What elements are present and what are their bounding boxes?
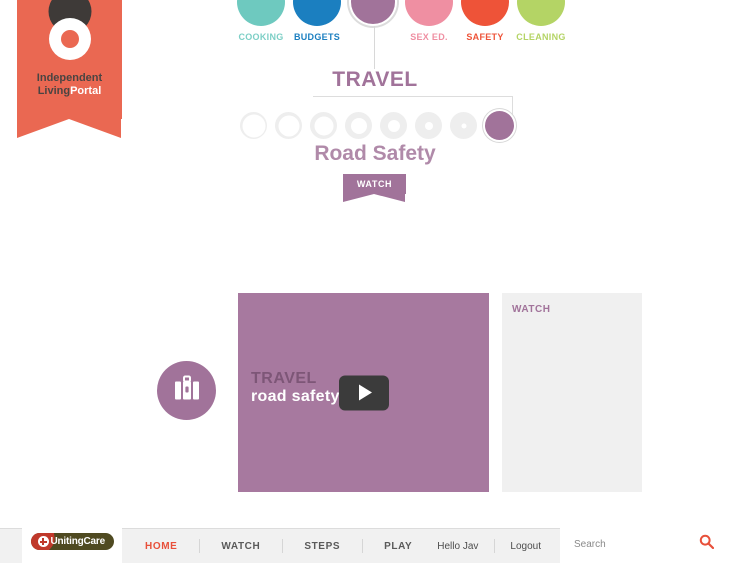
step-dot-current[interactable] (485, 111, 514, 140)
step-progress (240, 110, 520, 142)
play-icon[interactable] (338, 375, 389, 410)
cross-circle-icon (37, 536, 49, 547)
category-label: SAFETY (466, 32, 504, 42)
video-caption: TRAVEL road safety (251, 370, 340, 406)
search-icon[interactable] (699, 534, 715, 554)
category-item-cleaning[interactable]: CLEANING (516, 0, 565, 42)
step-dot-core (424, 121, 433, 130)
step-dot-core (387, 119, 400, 132)
footer-nav-item-home[interactable]: HOME (123, 541, 199, 552)
category-bubble-icon (405, 0, 453, 26)
page-title: TRAVEL (332, 68, 418, 91)
footer-nav: HOME WATCH STEPS PLAY (123, 529, 434, 563)
step-dot[interactable] (450, 112, 477, 139)
step-dot-core (314, 116, 333, 135)
search-box (560, 525, 750, 563)
video-thumbnail[interactable]: TRAVEL road safety (238, 293, 489, 492)
category-item-travel[interactable] (349, 0, 397, 26)
side-panel-title: WATCH (512, 304, 551, 315)
lesson-title: Road Safety (314, 142, 436, 165)
category-bubble-icon (351, 0, 395, 24)
video-caption-top: TRAVEL (251, 370, 317, 387)
category-item-cooking[interactable]: COOKING (237, 0, 285, 42)
category-bubble-icon (237, 0, 285, 26)
footer-user-menu: Hello Jav Logout (421, 529, 557, 563)
suitcase-icon (173, 375, 201, 406)
category-label: SEX ED. (410, 32, 448, 42)
category-connector-line (374, 26, 375, 69)
search-input[interactable] (572, 537, 696, 551)
category-label: CLEANING (516, 32, 566, 42)
footer-nav-item-watch[interactable]: WATCH (199, 541, 282, 552)
category-bubble-icon (517, 0, 565, 26)
step-dot[interactable] (345, 112, 372, 139)
step-dot-core (350, 117, 367, 134)
category-item-budgets[interactable]: BUDGETS (293, 0, 341, 42)
category-label: COOKING (238, 32, 284, 42)
step-dot[interactable] (275, 112, 302, 139)
play-triangle-icon (358, 384, 372, 401)
watch-ribbon-button[interactable]: WATCH (343, 174, 406, 202)
video-caption-bottom: road safety (251, 388, 340, 405)
topic-badge (157, 361, 216, 420)
step-dot[interactable] (310, 112, 337, 139)
footer-bar: UnitingCare HOME WATCH STEPS PLAY Hello Jav… (0, 520, 750, 563)
step-dot-core (278, 115, 299, 136)
category-bubble-icon (461, 0, 509, 26)
brand-banner[interactable]: Independent LivingPortal (17, 0, 122, 138)
category-item-safety[interactable]: SAFETY (461, 0, 509, 42)
category-label: BUDGETS (293, 32, 341, 42)
unitingcare-logo[interactable]: UnitingCare (22, 520, 122, 563)
footer-nav-item-steps[interactable]: STEPS (282, 541, 362, 552)
watch-side-panel: WATCH (502, 293, 642, 492)
footer-user-hello-jav[interactable]: Hello Jav (421, 541, 494, 552)
footer-user-logout[interactable]: Logout (494, 541, 557, 552)
step-dot-core (461, 123, 466, 128)
brand-ring-icon (48, 18, 91, 60)
step-dot-core (242, 114, 265, 137)
unitingcare-logo-text: UnitingCare (50, 536, 106, 547)
step-dot[interactable] (415, 112, 442, 139)
category-nav: COOKING BUDGETS SEX ED. SAFETY CLEANING (237, 0, 567, 42)
step-dot[interactable] (380, 112, 407, 139)
unitingcare-logo-mark: UnitingCare (30, 533, 114, 550)
category-bubble-icon (293, 0, 341, 26)
step-dot[interactable] (240, 112, 267, 139)
section-divider (313, 96, 513, 97)
category-item-sexed[interactable]: SEX ED. (405, 0, 453, 42)
